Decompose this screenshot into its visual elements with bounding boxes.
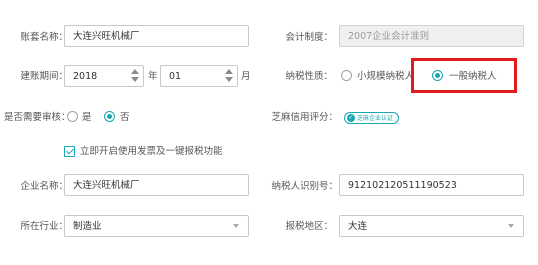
industry-value: 制造业 <box>73 221 102 232</box>
highlight-box <box>411 58 517 93</box>
month-spinner[interactable] <box>225 68 235 84</box>
review-yes-radio[interactable] <box>67 111 78 122</box>
industry-select[interactable]: 制造业 <box>64 215 249 237</box>
accounting-system-value: 2007企业会计准则 <box>348 31 430 42</box>
period-label: 建账期间： <box>20 71 68 82</box>
set-name-value: 大连兴旺机械厂 <box>73 31 140 42</box>
decrement-icon[interactable] <box>131 77 139 82</box>
tax-id-input[interactable]: 912102120511190523 <box>339 174 524 196</box>
review-no-label[interactable]: 否 <box>120 111 130 124</box>
tax-id-label: 纳税人识别号： <box>271 181 338 192</box>
review-no-radio[interactable] <box>104 111 115 122</box>
tax-region-value: 大连 <box>348 221 368 232</box>
accounting-system-label: 会计制度： <box>285 32 333 43</box>
year-value: 2018 <box>73 71 98 82</box>
review-label: 是否需要审核： <box>4 112 71 123</box>
invoice-checkbox-label[interactable]: 立即开启使用发票及一键报税功能 <box>80 145 223 158</box>
small-taxpayer-radio[interactable] <box>341 70 352 81</box>
review-yes-label[interactable]: 是 <box>82 111 92 124</box>
chevron-down-icon[interactable] <box>233 224 239 228</box>
sesame-icon: ✓ <box>347 114 355 122</box>
credit-badge-text: 芝麻企业认证 <box>357 115 394 122</box>
chevron-down-icon[interactable] <box>508 224 514 228</box>
increment-icon[interactable] <box>225 69 233 74</box>
tax-region-select[interactable]: 大连 <box>339 215 524 237</box>
set-name-input[interactable]: 大连兴旺机械厂 <box>64 25 249 47</box>
set-name-label: 账套名称： <box>20 32 68 43</box>
small-taxpayer-label[interactable]: 小规模纳税人 <box>357 70 414 83</box>
month-value: 01 <box>169 71 182 82</box>
company-name-label: 企业名称： <box>20 181 68 192</box>
company-name-value: 大连兴旺机械厂 <box>73 180 140 191</box>
tax-id-value: 912102120511190523 <box>348 180 457 191</box>
credit-badge[interactable]: ✓ 芝麻企业认证 <box>344 112 399 124</box>
taxpayer-label: 纳税性质： <box>285 71 333 82</box>
year-spinner[interactable] <box>131 68 141 84</box>
invoice-checkbox[interactable] <box>64 146 75 157</box>
month-stepper[interactable]: 01 <box>160 65 238 87</box>
month-unit: 月 <box>241 71 251 82</box>
credit-label: 芝麻信用评分： <box>271 112 338 123</box>
year-stepper[interactable]: 2018 <box>64 65 144 87</box>
industry-label: 所在行业： <box>20 221 68 232</box>
tax-region-label: 报税地区： <box>285 221 333 232</box>
company-name-input[interactable]: 大连兴旺机械厂 <box>64 174 249 196</box>
accounting-system-input: 2007企业会计准则 <box>339 25 524 47</box>
decrement-icon[interactable] <box>225 77 233 82</box>
increment-icon[interactable] <box>131 69 139 74</box>
year-unit: 年 <box>148 71 158 82</box>
